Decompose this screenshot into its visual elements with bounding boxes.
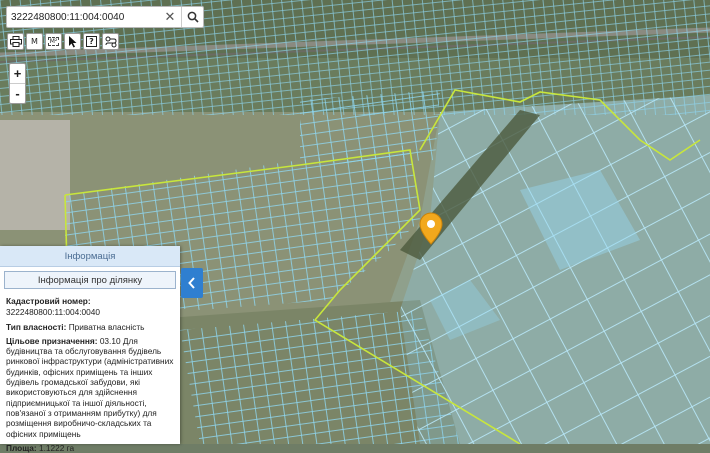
route-button[interactable] (102, 33, 119, 50)
cadastral-search-box: ✕ (6, 6, 204, 28)
ownership-label: Тип власності: (6, 321, 67, 332)
help-button[interactable]: ? (83, 33, 100, 50)
search-button[interactable] (183, 7, 203, 27)
route-icon (105, 36, 117, 47)
print-icon (9, 36, 22, 47)
area-label: Площа: (6, 442, 37, 453)
zoom-control: + - (9, 63, 26, 104)
parcel-details: Кадастровий номер: 3222480800:11:004:004… (0, 289, 180, 453)
measure-distance-icon: M (31, 37, 38, 46)
cadastral-search-input[interactable] (11, 9, 159, 25)
measure-area-icon: M² (47, 37, 60, 46)
clear-search-icon[interactable]: ✕ (163, 9, 177, 25)
chevron-left-icon (188, 277, 195, 289)
search-icon (187, 11, 199, 23)
map-toolbar: M M² ? (7, 33, 119, 50)
cadastral-number-value: 3222480800:11:004:0040 (6, 307, 100, 318)
measure-distance-button[interactable]: M (26, 33, 43, 50)
search-separator (181, 7, 182, 27)
purpose-value: 03.10 Для будівництва та обслуговування … (6, 335, 174, 439)
measure-area-button[interactable]: M² (45, 33, 62, 50)
zoom-in-button[interactable]: + (10, 64, 25, 83)
cadastral-number-label: Кадастровий номер: (6, 296, 91, 306)
parcel-info-panel: Інформація Інформація про ділянку Кадаст… (0, 246, 180, 453)
ownership-value: Приватна власність (68, 321, 145, 332)
purpose-label: Цільове призначення: (6, 335, 98, 346)
panel-header: Інформація (0, 246, 180, 267)
collapse-panel-button[interactable] (181, 268, 203, 298)
panel-subheader: Інформація про ділянку (4, 271, 176, 289)
help-icon: ? (86, 36, 97, 47)
zoom-out-button[interactable]: - (10, 83, 25, 103)
area-value: 1.1222 га (38, 442, 75, 453)
pointer-icon (68, 35, 76, 47)
print-button[interactable] (7, 33, 24, 50)
pointer-button[interactable] (64, 33, 81, 50)
